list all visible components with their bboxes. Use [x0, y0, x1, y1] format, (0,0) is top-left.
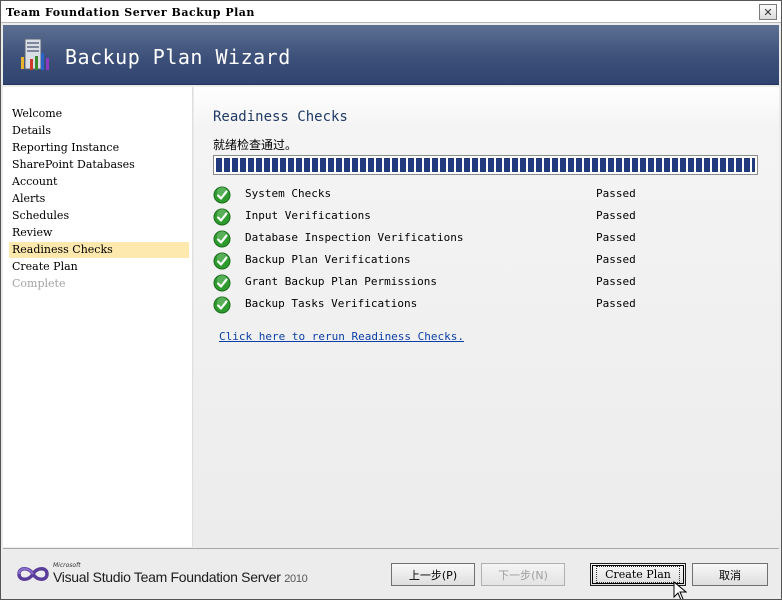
- check-icon: [213, 186, 231, 204]
- rerun-readiness-checks-link[interactable]: Click here to rerun Readiness Checks.: [219, 330, 464, 343]
- close-button[interactable]: ✕: [759, 4, 777, 20]
- sidebar-item-account[interactable]: Account: [9, 174, 189, 190]
- title-bar[interactable]: Team Foundation Server Backup Plan ✕: [1, 1, 781, 23]
- brand-microsoft: Microsoft: [53, 562, 81, 569]
- sidebar-item-readiness-checks[interactable]: Readiness Checks: [9, 242, 189, 258]
- create-plan-label: Create Plan: [596, 566, 680, 583]
- back-button[interactable]: 上一步(P): [391, 563, 475, 586]
- check-status: Passed: [596, 275, 636, 288]
- check-row: Database Inspection Verifications Passed: [213, 229, 758, 251]
- check-status: Passed: [596, 209, 636, 222]
- sidebar-item-sharepoint-databases[interactable]: SharePoint Databases: [9, 157, 189, 173]
- check-row: System Checks Passed: [213, 185, 758, 207]
- next-button: 下一步(N): [481, 563, 565, 586]
- create-plan-button[interactable]: Create Plan: [590, 563, 686, 586]
- mouse-pointer-icon: [673, 581, 687, 599]
- check-label: Grant Backup Plan Permissions: [245, 275, 438, 288]
- sidebar-item-alerts[interactable]: Alerts: [9, 191, 189, 207]
- wizard-window: Team Foundation Server Backup Plan ✕ Bac…: [0, 0, 782, 600]
- check-label: Backup Tasks Verifications: [245, 297, 418, 310]
- check-status: Passed: [596, 231, 636, 244]
- check-row: Backup Plan Verifications Passed: [213, 251, 758, 273]
- status-message: 就绪检查通过。: [213, 138, 298, 152]
- wizard-title: Backup Plan Wizard: [65, 45, 291, 69]
- check-label: Database Inspection Verifications: [245, 231, 464, 244]
- sidebar-item-reporting-instance[interactable]: Reporting Instance: [9, 140, 189, 156]
- check-icon: [213, 296, 231, 314]
- visual-studio-logo-icon: [17, 567, 49, 581]
- sidebar-item-welcome[interactable]: Welcome: [9, 106, 189, 122]
- check-row: Backup Tasks Verifications Passed: [213, 295, 758, 317]
- check-row: Input Verifications Passed: [213, 207, 758, 229]
- check-status: Passed: [596, 253, 636, 266]
- wizard-steps-sidebar: Welcome Details Reporting Instance Share…: [3, 87, 193, 547]
- page-title: Readiness Checks: [213, 109, 348, 125]
- check-icon: [213, 208, 231, 226]
- check-icon: [213, 252, 231, 270]
- wizard-banner: Backup Plan Wizard: [3, 25, 779, 85]
- main-panel: Readiness Checks 就绪检查通过。 System Checks P…: [194, 87, 779, 547]
- server-icon: [21, 38, 49, 70]
- progress-fill: [216, 158, 755, 172]
- brand-year: 2010: [284, 573, 308, 585]
- brand-product: Visual Studio Team Foundation Server: [53, 569, 281, 585]
- close-icon: ✕: [763, 5, 773, 19]
- check-row: Grant Backup Plan Permissions Passed: [213, 273, 758, 295]
- progress-bar: [213, 155, 758, 175]
- sidebar-item-create-plan[interactable]: Create Plan: [9, 259, 189, 275]
- check-status: Passed: [596, 187, 636, 200]
- brand-name: Visual Studio Team Foundation Server 201…: [53, 569, 308, 585]
- wizard-footer: Microsoft Visual Studio Team Foundation …: [3, 548, 779, 598]
- window-title: Team Foundation Server Backup Plan: [6, 6, 255, 19]
- check-status: Passed: [596, 297, 636, 310]
- check-label: Input Verifications: [245, 209, 371, 222]
- sidebar-item-review[interactable]: Review: [9, 225, 189, 241]
- check-icon: [213, 274, 231, 292]
- sidebar-item-complete: Complete: [12, 277, 66, 290]
- sidebar-item-schedules[interactable]: Schedules: [9, 208, 189, 224]
- check-label: System Checks: [245, 187, 332, 200]
- sidebar-item-details[interactable]: Details: [9, 123, 189, 139]
- cancel-button[interactable]: 取消: [692, 563, 768, 586]
- check-icon: [213, 230, 231, 248]
- check-label: Backup Plan Verifications: [245, 253, 411, 266]
